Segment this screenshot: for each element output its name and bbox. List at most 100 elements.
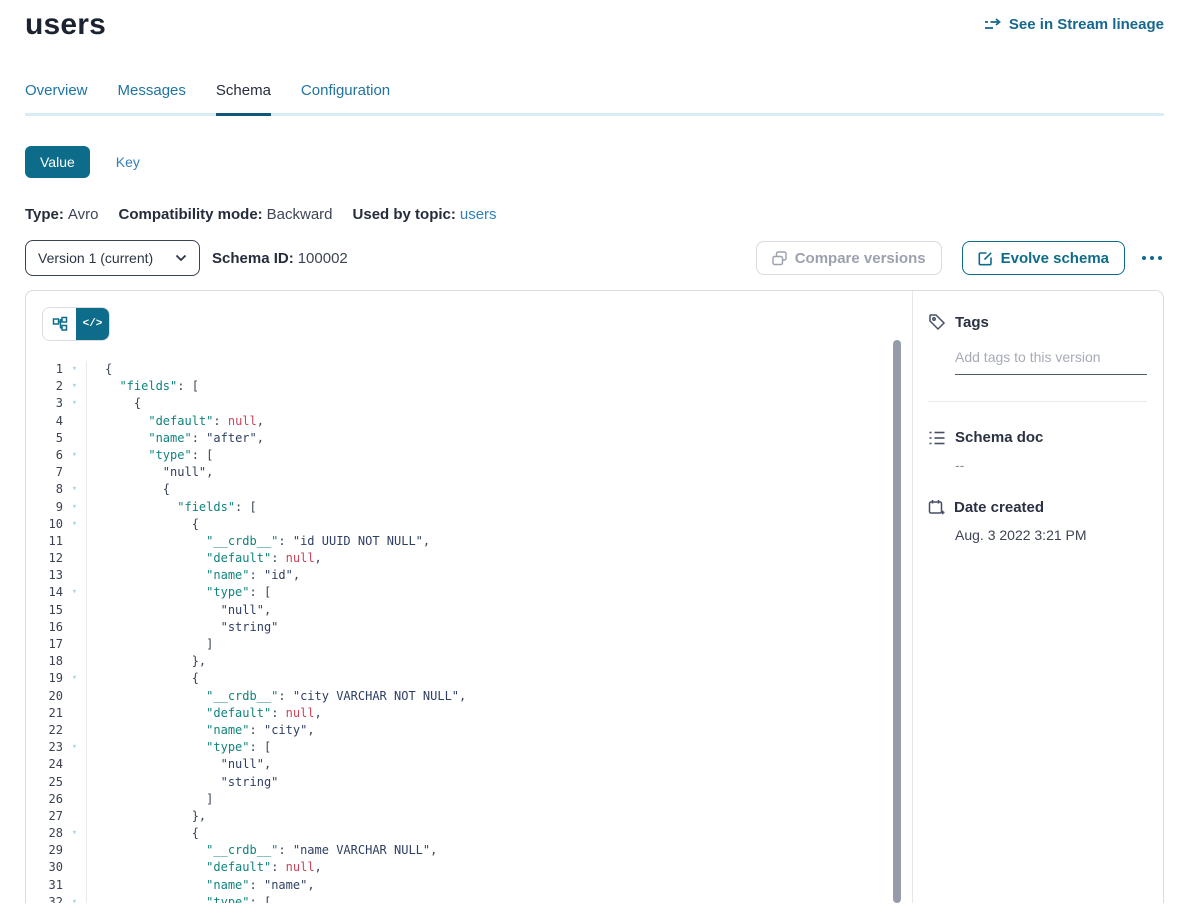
- code-line: 12 "default": null,: [26, 550, 912, 567]
- see-in-stream-lineage-link[interactable]: See in Stream lineage: [984, 16, 1164, 33]
- fold-spacer: [63, 464, 86, 481]
- code-text: "string": [87, 619, 278, 636]
- fold-icon[interactable]: ▾: [63, 739, 86, 756]
- compare-versions-label: Compare versions: [795, 250, 926, 267]
- tab-configuration[interactable]: Configuration: [301, 82, 390, 113]
- fold-icon[interactable]: ▾: [63, 395, 86, 412]
- more-options-button[interactable]: [1140, 250, 1164, 266]
- fold-spacer: [63, 602, 86, 619]
- key-toggle-button[interactable]: Key: [116, 154, 140, 170]
- schema-doc-heading: Schema doc: [928, 429, 1147, 446]
- gutter: 15: [26, 602, 87, 619]
- line-number: 5: [26, 430, 63, 447]
- fold-icon[interactable]: ▾: [63, 361, 86, 378]
- tags-title: Tags: [955, 314, 989, 331]
- compare-versions-button[interactable]: Compare versions: [756, 241, 942, 275]
- line-number: 29: [26, 842, 63, 859]
- line-number: 25: [26, 774, 63, 791]
- code-line: 32▾ "type": [: [26, 894, 912, 903]
- gutter: 25: [26, 774, 87, 791]
- fold-spacer: [63, 653, 86, 670]
- tab-overview[interactable]: Overview: [25, 82, 88, 113]
- code-text: "__crdb__": "id UUID NOT NULL",: [87, 533, 430, 550]
- code-line: 23▾ "type": [: [26, 739, 912, 756]
- line-number: 6: [26, 447, 63, 464]
- version-select-value: Version 1 (current): [38, 250, 153, 266]
- code-line: 10▾ {: [26, 516, 912, 533]
- meta-compatibility: Compatibility mode:Backward: [118, 206, 332, 223]
- schema-panel: </> 1▾{2▾ "fields": [3▾ {4 "default": nu…: [25, 290, 1164, 903]
- fold-spacer: [63, 791, 86, 808]
- code-text: "__crdb__": "name VARCHAR NULL",: [87, 842, 437, 859]
- evolve-schema-button[interactable]: Evolve schema: [962, 241, 1125, 275]
- sidebar-divider: [928, 401, 1147, 402]
- topic-link[interactable]: users: [460, 206, 497, 223]
- line-number: 2: [26, 378, 63, 395]
- date-created-heading: Date created: [928, 499, 1147, 516]
- gutter: 7: [26, 464, 87, 481]
- fold-icon[interactable]: ▾: [63, 378, 86, 395]
- code-line: 26 ]: [26, 791, 912, 808]
- code-line: 15 "null",: [26, 602, 912, 619]
- gutter: 8▾: [26, 481, 87, 498]
- line-number: 3: [26, 395, 63, 412]
- line-number: 14: [26, 584, 63, 601]
- code-line: 29 "__crdb__": "name VARCHAR NULL",: [26, 842, 912, 859]
- value-toggle-button[interactable]: Value: [25, 146, 90, 178]
- fold-spacer: [63, 636, 86, 653]
- gutter: 24: [26, 756, 87, 773]
- line-number: 13: [26, 567, 63, 584]
- code-view-button[interactable]: </>: [76, 308, 109, 340]
- code-text: "default": null,: [87, 413, 264, 430]
- gutter: 30: [26, 859, 87, 876]
- code-text: "default": null,: [87, 859, 322, 876]
- line-number: 24: [26, 756, 63, 773]
- code-line: 4 "default": null,: [26, 413, 912, 430]
- code-line: 20 "__crdb__": "city VARCHAR NOT NULL",: [26, 688, 912, 705]
- fold-spacer: [63, 619, 86, 636]
- fold-icon[interactable]: ▾: [63, 481, 86, 498]
- code-line: 9▾ "fields": [: [26, 499, 912, 516]
- fold-icon[interactable]: ▾: [63, 584, 86, 601]
- fold-spacer: [63, 808, 86, 825]
- line-number: 31: [26, 877, 63, 894]
- line-number: 7: [26, 464, 63, 481]
- fold-icon[interactable]: ▾: [63, 670, 86, 687]
- gutter: 3▾: [26, 395, 87, 412]
- schema-page: users See in Stream lineage Overview Mes…: [0, 0, 1189, 903]
- editor-scrollbar[interactable]: [893, 340, 901, 903]
- code-text: "name": "name",: [87, 877, 315, 894]
- code-text: "__crdb__": "city VARCHAR NOT NULL",: [87, 688, 466, 705]
- line-number: 11: [26, 533, 63, 550]
- code-text: "type": [: [87, 894, 271, 903]
- gutter: 26: [26, 791, 87, 808]
- tab-schema[interactable]: Schema: [216, 82, 271, 116]
- tree-view-button[interactable]: [43, 308, 76, 340]
- tags-input[interactable]: [955, 349, 1147, 375]
- tree-view-icon: [52, 316, 68, 332]
- line-number: 18: [26, 653, 63, 670]
- fold-spacer: [63, 859, 86, 876]
- version-bar: Version 1 (current) Schema ID:100002 Com…: [25, 240, 1164, 276]
- line-number: 4: [26, 413, 63, 430]
- fold-icon[interactable]: ▾: [63, 894, 86, 903]
- fold-icon[interactable]: ▾: [63, 499, 86, 516]
- schema-code-editor[interactable]: </> 1▾{2▾ "fields": [3▾ {4 "default": nu…: [26, 291, 912, 903]
- tab-messages[interactable]: Messages: [118, 82, 186, 113]
- version-select[interactable]: Version 1 (current): [25, 240, 200, 276]
- edit-icon: [978, 251, 993, 266]
- code-line: 17 ]: [26, 636, 912, 653]
- fold-icon[interactable]: ▾: [63, 447, 86, 464]
- ellipsis-icon: [1142, 256, 1146, 260]
- fold-icon[interactable]: ▾: [63, 516, 86, 533]
- code-text: {: [87, 825, 199, 842]
- fold-icon[interactable]: ▾: [63, 825, 86, 842]
- schema-doc-title: Schema doc: [955, 429, 1043, 446]
- line-number: 27: [26, 808, 63, 825]
- code-line: 2▾ "fields": [: [26, 378, 912, 395]
- fold-spacer: [63, 842, 86, 859]
- code-line: 8▾ {: [26, 481, 912, 498]
- code-text: "default": null,: [87, 550, 322, 567]
- code-line: 22 "name": "city",: [26, 722, 912, 739]
- schema-id-label: Schema ID:: [212, 250, 294, 267]
